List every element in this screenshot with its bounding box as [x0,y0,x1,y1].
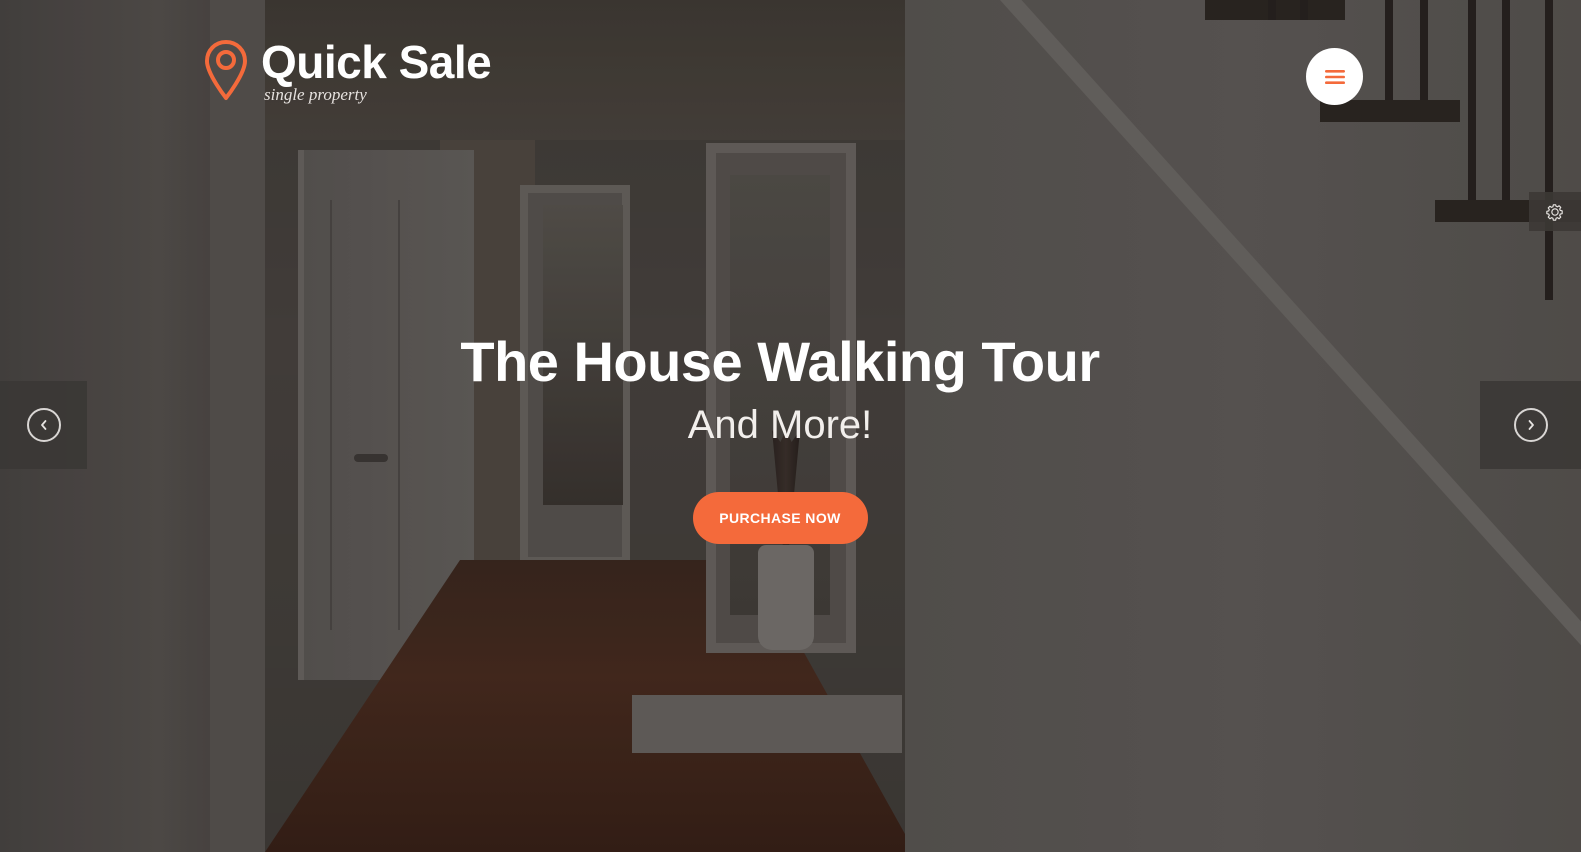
purchase-now-button[interactable]: PURCHASE NOW [692,492,868,544]
hero-subtitle: And More! [687,403,873,447]
hero-title: The House Walking Tour [460,330,1100,393]
site-logo[interactable]: Quick Sale single property [203,36,492,104]
hamburger-menu-icon [1324,69,1345,84]
site-title: Quick Sale [261,36,492,88]
settings-toggle[interactable] [1529,192,1581,231]
hero-content: The House Walking Tour And More! PURCHAS… [0,330,1560,544]
logo-text: Quick Sale single property [261,36,492,104]
gear-icon [1546,203,1563,221]
site-tagline: single property [264,85,367,104]
map-pin-icon [205,40,247,100]
menu-button[interactable] [1306,48,1363,105]
